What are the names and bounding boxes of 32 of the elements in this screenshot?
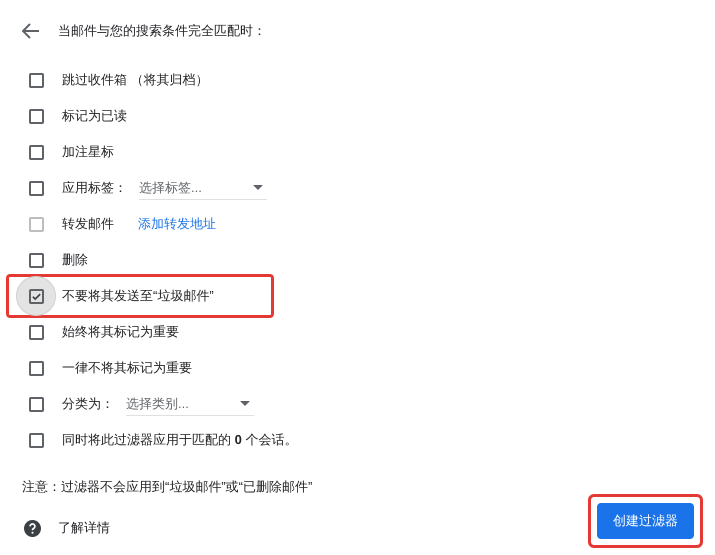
- option-label: 同时将此过滤器应用于匹配的 0 个会话。: [62, 431, 298, 450]
- checkbox[interactable]: [28, 252, 44, 268]
- option-label: 标记为已读: [62, 107, 127, 126]
- create-filter-button[interactable]: 创建过滤器: [597, 503, 694, 539]
- checkbox[interactable]: [28, 360, 44, 376]
- option-label: 删除: [62, 251, 88, 270]
- label-select[interactable]: 选择标签...: [139, 176, 267, 200]
- option-label: 加注星标: [62, 143, 114, 162]
- note-text: 注意：过滤器不会应用到“垃圾邮件”或“已删除邮件”: [22, 478, 312, 496]
- option-label: 不要将其发送至“垃圾邮件”: [62, 287, 214, 306]
- dropdown-caret-icon: [240, 401, 250, 406]
- help-icon[interactable]: [24, 520, 41, 536]
- checkbox[interactable]: [28, 108, 44, 124]
- checkmark-icon: [30, 290, 42, 302]
- option-label: 一律不将其标记为重要: [62, 359, 192, 378]
- checkbox[interactable]: [28, 396, 44, 412]
- checkbox[interactable]: [28, 72, 44, 88]
- dropdown-caret-icon: [253, 185, 263, 190]
- option-label: 应用标签：: [62, 179, 127, 198]
- checkbox[interactable]: [28, 288, 44, 304]
- option-label: 转发邮件: [62, 215, 114, 234]
- header-title: 当邮件与您的搜索条件完全匹配时：: [58, 22, 266, 40]
- option-label: 分类为：: [62, 395, 114, 414]
- back-arrow-icon[interactable]: [22, 23, 40, 39]
- checkbox[interactable]: [28, 144, 44, 160]
- label-select[interactable]: 选择类别...: [126, 392, 254, 416]
- learn-more-link[interactable]: 了解详情: [58, 518, 110, 538]
- checkbox[interactable]: [28, 432, 44, 448]
- checkbox[interactable]: [28, 180, 44, 196]
- checkbox[interactable]: [28, 324, 44, 340]
- option-label: 始终将其标记为重要: [62, 323, 179, 342]
- option-label: 跳过收件箱 （将其归档）: [62, 71, 209, 90]
